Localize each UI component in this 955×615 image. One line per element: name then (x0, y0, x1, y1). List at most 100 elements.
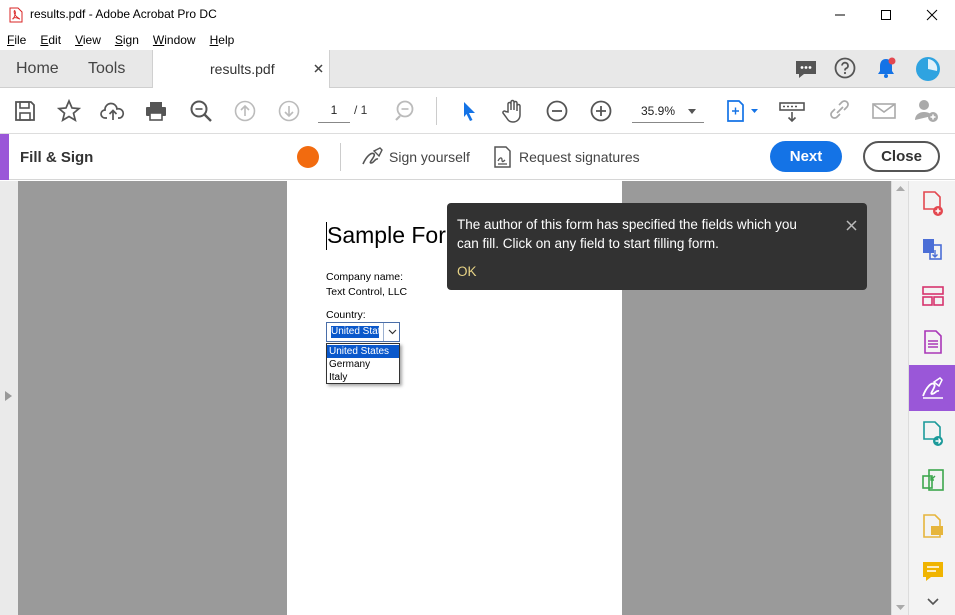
notification-bell-icon[interactable] (875, 57, 897, 79)
menu-help[interactable]: Help (210, 33, 235, 47)
zoom-level-select[interactable]: 35.9% (632, 99, 704, 123)
tab-document[interactable]: results.pdf (152, 50, 330, 88)
company-name-field[interactable]: Text Control, LLC (326, 286, 407, 298)
link-cloud-icon (830, 100, 849, 119)
window-title: results.pdf - Adobe Acrobat Pro DC (30, 7, 217, 21)
fill-sign-tool[interactable] (909, 365, 955, 411)
combine-files-tool[interactable] (909, 227, 955, 273)
hand-tool-button[interactable] (498, 96, 528, 126)
close-tab-icon[interactable] (314, 64, 323, 73)
main-toolbar: 1 / 1 35.9% (0, 88, 955, 134)
zoom-out-search-button[interactable] (390, 96, 420, 126)
help-icon[interactable] (834, 57, 856, 79)
account-avatar-icon[interactable] (915, 56, 941, 82)
close-button[interactable]: Close (863, 141, 940, 172)
link-button[interactable] (825, 96, 855, 126)
fit-page-icon (727, 100, 758, 122)
tab-tools[interactable]: Tools (88, 50, 125, 88)
close-icon (926, 9, 938, 21)
bookmark-button[interactable] (54, 96, 84, 126)
cloud-upload-icon (100, 102, 125, 120)
chevron-down-icon[interactable] (927, 598, 939, 606)
create-pdf-tool[interactable] (909, 181, 955, 227)
tab-bar: Home Tools results.pdf (0, 50, 955, 88)
scroll-up-icon[interactable] (896, 185, 905, 191)
toolbar-divider (436, 97, 437, 125)
scroll-down-icon[interactable] (896, 605, 905, 611)
compress-pdf-tool[interactable] (909, 457, 955, 503)
color-picker-dot[interactable] (297, 146, 319, 168)
option-italy[interactable]: Italy (327, 371, 399, 384)
fill-sign-accent (0, 134, 9, 180)
tab-home[interactable]: Home (16, 50, 59, 88)
fill-sign-title: Fill & Sign (20, 149, 94, 166)
zoom-search-button[interactable] (186, 96, 216, 126)
close-window-button[interactable] (909, 0, 955, 30)
zoom-in-button[interactable] (586, 96, 616, 126)
upload-button[interactable] (98, 96, 128, 126)
organize-pages-tool[interactable] (909, 273, 955, 319)
form-fields-tooltip: The author of this form has specified th… (447, 203, 867, 290)
vertical-scrollbar[interactable] (891, 181, 908, 615)
fill-sign-divider (340, 143, 341, 171)
request-signatures-label: Request signatures (519, 149, 640, 165)
compress-pdf-icon (921, 469, 944, 491)
option-germany[interactable]: Germany (327, 358, 399, 371)
zoom-out-icon (395, 100, 414, 121)
edit-pdf-tool[interactable] (909, 319, 955, 365)
page-number-input[interactable]: 1 (318, 99, 350, 123)
country-dropdown[interactable]: United States (326, 322, 400, 342)
option-united-states[interactable]: United States (327, 345, 399, 358)
combine-files-icon (922, 239, 942, 260)
stamp-icon (922, 514, 943, 538)
sign-yourself-button[interactable]: Sign yourself (360, 145, 470, 169)
cursor-arrow-icon (464, 102, 475, 121)
comment-icon[interactable] (794, 58, 818, 80)
menu-window[interactable]: Window (153, 33, 196, 47)
share-user-button[interactable] (912, 96, 942, 126)
minimize-icon (835, 14, 845, 16)
chevron-down-icon (388, 329, 396, 335)
send-signature-icon (922, 421, 943, 446)
previous-page-button[interactable] (230, 96, 260, 126)
save-button[interactable] (10, 96, 40, 126)
organize-pages-icon (921, 286, 944, 306)
chevron-right-icon (5, 391, 12, 401)
comment-tool[interactable] (909, 503, 955, 549)
maximize-button[interactable] (863, 0, 909, 30)
send-for-signature-tool[interactable] (909, 411, 955, 457)
save-icon (15, 101, 35, 121)
title-bar: results.pdf - Adobe Acrobat Pro DC (0, 0, 955, 30)
print-button[interactable] (141, 96, 171, 126)
request-signatures-button[interactable]: Request signatures (493, 145, 640, 169)
arrow-down-circle-icon (278, 100, 300, 122)
star-icon (57, 99, 81, 122)
menu-file[interactable]: File (7, 33, 26, 47)
tooltip-ok-button[interactable]: OK (457, 264, 477, 279)
form-field-tool-button[interactable] (777, 96, 807, 126)
plus-circle-icon (590, 100, 612, 122)
sticky-note-tool[interactable] (909, 549, 955, 595)
fit-page-button[interactable] (722, 96, 762, 126)
menu-sign[interactable]: Sign (115, 33, 139, 47)
left-panel-toggle[interactable] (0, 181, 18, 615)
menu-edit[interactable]: Edit (40, 33, 61, 47)
zoom-out-button[interactable] (542, 96, 572, 126)
menu-view[interactable]: View (75, 33, 101, 47)
fill-sign-pen-icon (921, 377, 943, 399)
sticky-note-icon (922, 562, 943, 581)
sign-yourself-label: Sign yourself (389, 149, 470, 165)
form-title: Sample Form (327, 222, 466, 248)
maximize-icon (881, 10, 891, 20)
add-user-icon (915, 100, 938, 122)
next-page-button[interactable] (274, 96, 304, 126)
email-button[interactable] (869, 96, 899, 126)
tooltip-message: The author of this form has specified th… (457, 217, 797, 251)
select-tool-button[interactable] (454, 96, 484, 126)
next-button[interactable]: Next (770, 141, 842, 172)
pen-sign-icon (362, 147, 383, 165)
close-tooltip-icon[interactable] (846, 220, 857, 231)
minimize-button[interactable] (817, 0, 863, 30)
dropdown-toggle[interactable] (383, 323, 400, 341)
country-label: Country: (326, 309, 366, 321)
